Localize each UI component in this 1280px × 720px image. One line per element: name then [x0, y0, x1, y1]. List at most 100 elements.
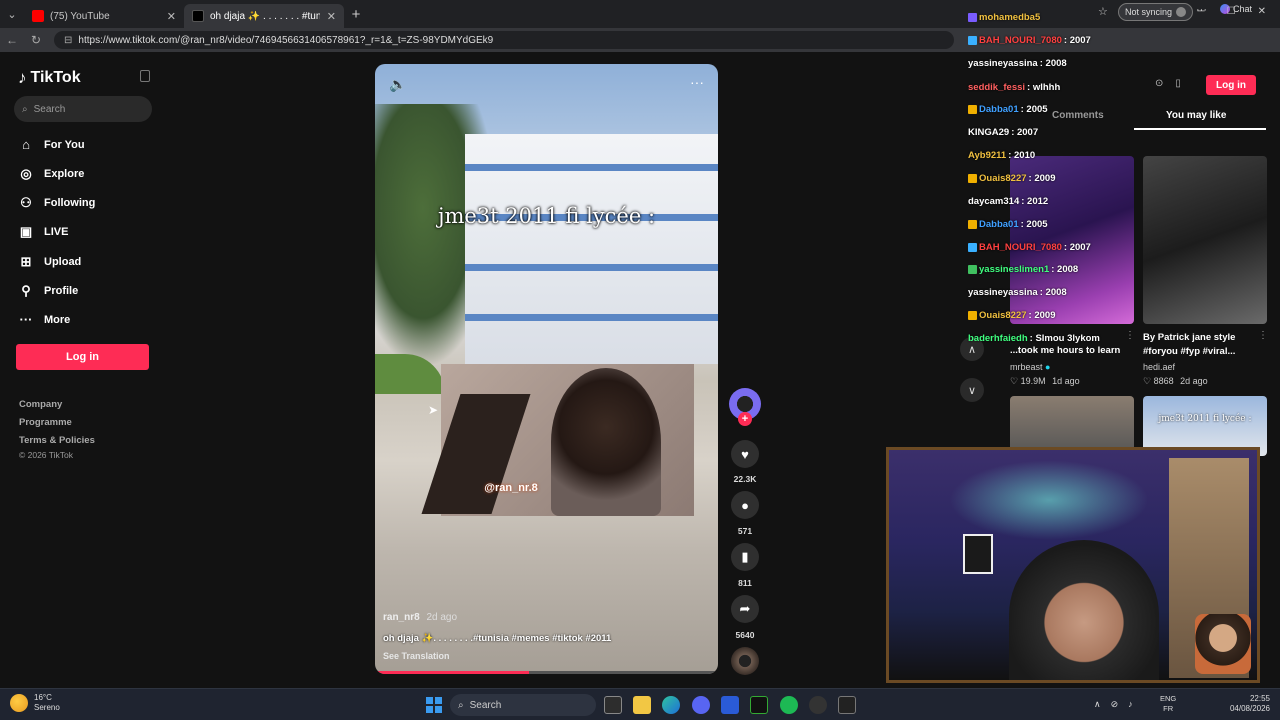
task-view-icon[interactable] [604, 696, 622, 714]
back-icon[interactable]: ← [0, 33, 24, 47]
chat-username: Ayb9211 [968, 150, 1007, 161]
more-options-icon[interactable]: ··· [690, 74, 704, 90]
follow-plus-icon[interactable]: + [738, 412, 752, 426]
nav-following[interactable]: ⚇ Following [18, 195, 95, 211]
nav-live[interactable]: ▣ LIVE [18, 224, 69, 240]
chat-badge-icon [968, 311, 977, 320]
reload-icon[interactable]: ↻ [24, 33, 48, 47]
chat-text: : 2005 [1020, 219, 1048, 230]
sync-button[interactable]: Not syncing [1118, 3, 1194, 21]
spotify-icon[interactable] [780, 696, 798, 714]
tab-you-may-like[interactable]: You may like [1166, 110, 1226, 121]
chat-username: BAH_NOURI_7080 [979, 242, 1062, 253]
chat-username: Dabba01 [979, 219, 1019, 230]
footer-company[interactable]: Company [19, 399, 62, 410]
chat-badge-icon [968, 13, 977, 22]
url-field[interactable]: ⊟ https://www.tiktok.com/@ran_nr8/video/… [54, 31, 954, 49]
maximize-icon[interactable]: ☐ [1227, 6, 1236, 17]
volume-icon[interactable]: 🔈 [389, 76, 406, 93]
nav-more[interactable]: ··· More [18, 312, 71, 327]
close-tab-icon[interactable]: ✕ [327, 10, 336, 23]
compass-icon: ◎ [20, 166, 32, 181]
nvidia-icon[interactable] [750, 696, 768, 714]
more-dots-icon: ··· [19, 312, 33, 327]
recommended-thumbnail[interactable] [1143, 156, 1267, 324]
author-name[interactable]: ran_nr8 [383, 612, 420, 623]
search-input[interactable]: ⌕ Search [14, 96, 152, 122]
app-icon[interactable] [838, 696, 856, 714]
obs-icon[interactable] [809, 696, 827, 714]
taskbar-search[interactable]: ⌕ Search [450, 694, 596, 716]
card-meta: ♡ 19.9M 1d ago [1010, 376, 1080, 387]
windows-start-icon[interactable] [426, 697, 442, 713]
nav-explore[interactable]: ◎ Explore [18, 166, 84, 182]
chat-badge-icon [968, 105, 977, 114]
chat-badge-icon [968, 36, 977, 45]
footer-terms[interactable]: Terms & Policies [19, 435, 95, 446]
file-explorer-icon[interactable] [633, 696, 651, 714]
taskbar-clock[interactable]: 22:55 04/08/2026 [1224, 694, 1270, 714]
site-info-icon[interactable]: ⊟ [64, 35, 72, 46]
nav-profile[interactable]: ⚲ Profile [18, 283, 78, 299]
header-login-button[interactable]: Log in [1206, 75, 1256, 95]
tiktok-logo[interactable]: ♪ TikTok [18, 68, 81, 88]
device-icon[interactable]: ▯ [1175, 78, 1181, 89]
tab-comments[interactable]: Comments [1052, 110, 1104, 121]
card-more-icon[interactable]: ⋮ [1125, 330, 1135, 341]
login-button[interactable]: Log in [16, 344, 149, 370]
like-button[interactable]: ♥ [731, 440, 759, 468]
close-window-icon[interactable]: ✕ [1258, 6, 1266, 17]
card-views: 19.9M [1020, 376, 1046, 386]
card-author-name[interactable]: mrbeast [1010, 362, 1043, 372]
favorite-star-icon[interactable]: ☆ [1098, 5, 1108, 18]
share-button[interactable]: ➦ [731, 595, 759, 623]
tab-tiktok[interactable]: oh djaja ✨ . . . . . . . #tunisia #memes… [184, 4, 344, 28]
video-player[interactable]: 🔈 ··· jme3t 2011 fi lycée : @ran_nr.8 ra… [375, 64, 718, 674]
footer-programme[interactable]: Programme [19, 417, 72, 428]
save-button[interactable]: ▮ [731, 543, 759, 571]
comment-button[interactable]: ● [731, 491, 759, 519]
mic-icon[interactable]: ♪ [1128, 699, 1133, 710]
sync-label: Not syncing [1125, 7, 1173, 17]
new-tab-icon[interactable]: + [344, 6, 368, 23]
chat-message: yassineyassina: 2008 [968, 58, 1067, 69]
store-icon[interactable] [721, 696, 739, 714]
card-author[interactable]: mrbeast ● [1010, 362, 1050, 372]
discord-icon[interactable] [692, 696, 710, 714]
card-title[interactable]: ...took me hours to learn [1010, 345, 1130, 356]
weather-widget[interactable]: 16°C Sereno [10, 693, 60, 713]
coin-icon[interactable]: ⊙ [1155, 78, 1163, 89]
video-progress-bar[interactable] [375, 671, 718, 674]
meme-watermark: @ran_nr.8 [484, 482, 538, 494]
next-video-button[interactable]: ∨ [960, 378, 984, 402]
card-more-icon[interactable]: ⋮ [1258, 330, 1268, 341]
card-author[interactable]: hedi.aef [1143, 362, 1175, 372]
nav-upload[interactable]: ⊞ Upload [18, 254, 82, 270]
card-views: 8868 [1153, 376, 1174, 386]
minimize-icon[interactable]: ─ [1198, 6, 1205, 17]
collapse-sidebar-icon[interactable] [140, 70, 150, 82]
chat-text: : 2009 [1028, 310, 1056, 321]
tab-youtube[interactable]: (75) YouTube ✕ [24, 4, 184, 28]
lang-secondary: FR [1163, 704, 1174, 713]
network-off-icon[interactable]: ⊘ [1111, 699, 1119, 710]
chat-text: : 2008 [1051, 264, 1079, 275]
music-disc-icon[interactable] [731, 647, 759, 675]
video-author[interactable]: ran_nr8 2d ago [383, 612, 457, 623]
see-translation-link[interactable]: See Translation [383, 651, 450, 661]
clock-time: 22:55 [1249, 694, 1270, 703]
right-panel-icons: ⊙ ▯ [1155, 78, 1181, 89]
card-title[interactable]: By Patrick jane style #foryou #fyp #vira… [1143, 331, 1261, 359]
tray-chevron-icon[interactable]: ∧ [1094, 699, 1101, 710]
nav-label: LIVE [44, 226, 69, 238]
tab-search-icon[interactable]: ⌄ [0, 8, 24, 21]
language-indicator[interactable]: ENG FR [1160, 694, 1176, 714]
chat-text: : Slmou 3lykom [1029, 333, 1100, 344]
close-tab-icon[interactable]: ✕ [167, 10, 176, 23]
chat-message: yassineyassina: 2008 [968, 287, 1067, 298]
chat-text: : 2007 [1063, 242, 1091, 253]
taskbar-search-label: Search [469, 699, 502, 711]
nav-for-you[interactable]: ⌂ For You [18, 137, 84, 152]
edge-icon[interactable] [662, 696, 680, 714]
chat-username: seddik_fessi [968, 82, 1026, 93]
